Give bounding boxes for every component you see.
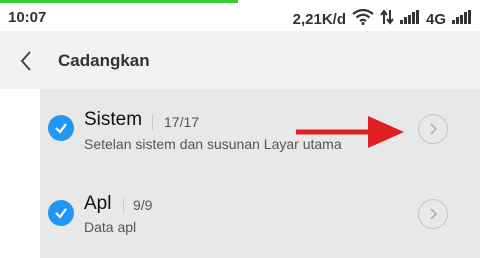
chevron-right-icon xyxy=(430,208,438,220)
signal-icon xyxy=(399,10,420,28)
wifi-icon xyxy=(352,8,374,29)
chevron-right-icon xyxy=(430,123,438,135)
page-title: Cadangkan xyxy=(58,51,150,70)
item-subtitle: Data apl xyxy=(84,219,137,235)
back-button[interactable] xyxy=(14,49,38,73)
detail-button[interactable] xyxy=(418,114,448,144)
item-title: Sistem xyxy=(84,109,143,130)
item-count: 9/9 xyxy=(133,197,153,213)
list-item-sistem[interactable]: Sistem 17/17 Setelan sistem dan susunan … xyxy=(40,89,480,169)
checkbox-checked-icon[interactable] xyxy=(48,115,74,141)
list-item-apl[interactable]: Apl 9/9 Data apl xyxy=(40,175,480,255)
detail-button[interactable] xyxy=(418,199,448,229)
network-speed: 2,21K/d xyxy=(292,10,346,28)
status-time: 10:07 xyxy=(8,9,47,26)
network-type-label: 4G xyxy=(425,10,446,28)
divider xyxy=(123,197,124,213)
data-transfer-icon xyxy=(380,9,394,29)
app-header: Cadangkan xyxy=(0,31,480,89)
status-icons: 2,21K/d 4G xyxy=(292,8,472,29)
back-arrow-icon xyxy=(20,51,31,71)
annotation-arrow-icon xyxy=(296,116,404,148)
signal-icon-2 xyxy=(452,10,472,28)
checkbox-checked-icon[interactable] xyxy=(48,200,74,226)
status-bar: 10:07 2,21K/d 4G xyxy=(0,3,480,31)
item-title: Apl xyxy=(84,193,112,214)
divider xyxy=(152,114,153,130)
backup-list: Sistem 17/17 Setelan sistem dan susunan … xyxy=(40,89,480,258)
item-count: 17/17 xyxy=(164,114,200,130)
